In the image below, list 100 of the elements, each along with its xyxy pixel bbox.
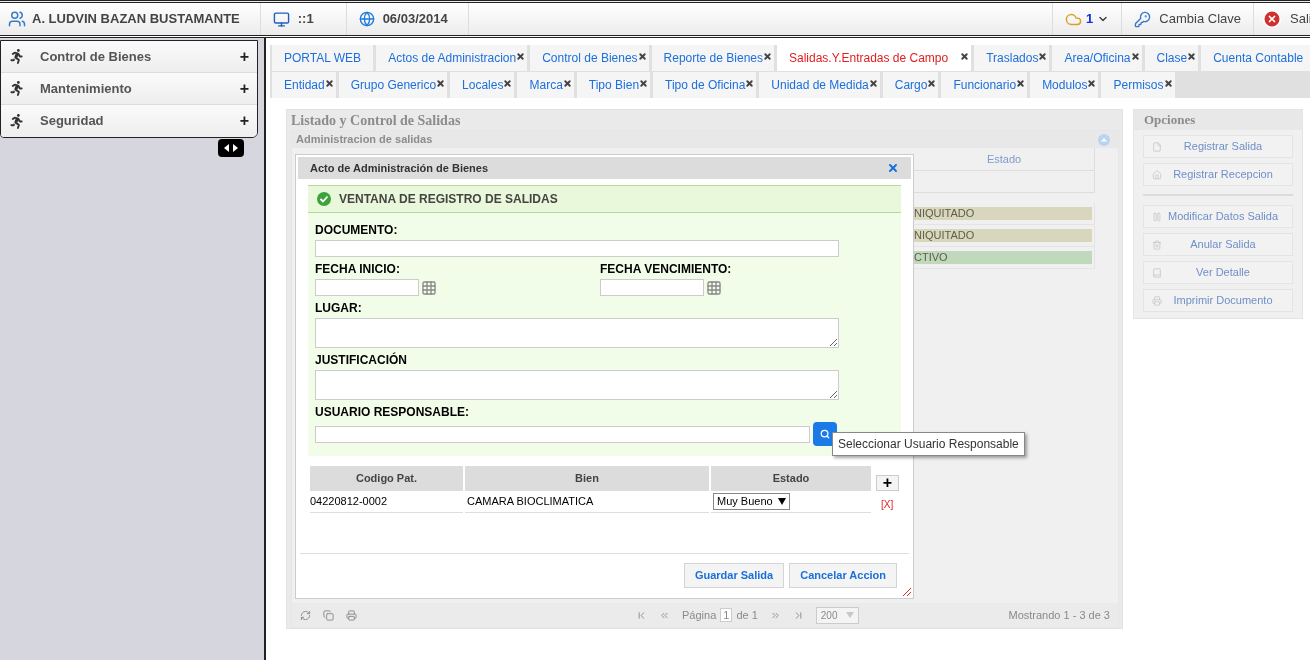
page-label: Página (682, 607, 717, 623)
runner-icon (9, 49, 24, 64)
calendar-icon[interactable] (421, 279, 437, 296)
option-button[interactable]: Ver Detalle (1143, 261, 1293, 284)
close-tab-icon[interactable] (1087, 79, 1097, 88)
pause-icon (1152, 211, 1162, 222)
globe-icon (358, 11, 375, 27)
search-button[interactable] (813, 422, 837, 446)
close-tab-icon[interactable] (868, 79, 878, 88)
menu-label: Control de Bienes (40, 47, 153, 66)
close-tab-icon[interactable] (1130, 52, 1140, 61)
key-icon (1134, 10, 1152, 28)
close-tab-icon[interactable] (516, 52, 526, 61)
expand-toggle[interactable]: + (239, 44, 249, 69)
close-tab-icon[interactable] (637, 52, 647, 61)
close-tab-icon[interactable] (960, 52, 970, 61)
calendar-icon[interactable] (706, 279, 722, 296)
close-tab-icon[interactable] (639, 79, 649, 88)
grid-caption: Administracion de salidas (296, 132, 434, 148)
close-tab-icon[interactable] (1038, 52, 1048, 61)
option-button[interactable]: Anular Salida (1143, 233, 1293, 256)
tab[interactable]: Tipo Bien (576, 72, 651, 98)
text-field[interactable] (315, 240, 839, 257)
tab[interactable]: Cuenta Contable (1201, 45, 1310, 71)
column-header: Estado (711, 466, 871, 491)
tab[interactable]: Reporte de Bienes (651, 45, 774, 71)
tooltip: Seleccionar Usuario Responsable (832, 432, 1025, 456)
field-label: JUSTIFICACIÓN (315, 351, 408, 369)
menu-item[interactable]: Control de Bienes + (1, 41, 257, 73)
tab[interactable]: Locales (450, 72, 515, 98)
option-button[interactable]: Imprimir Documento (1143, 289, 1293, 312)
close-tab-icon[interactable] (503, 79, 513, 88)
runner-icon (9, 113, 24, 129)
notifications-button[interactable]: 1 (1052, 3, 1122, 35)
tab[interactable]: Tipo de Oficina (653, 72, 757, 98)
tab[interactable]: Area/Oficina (1052, 45, 1142, 71)
date-text: 06/03/2014 (382, 10, 448, 29)
status-pill: NIQUITADO (914, 207, 1092, 220)
tab[interactable]: Salidas.Y.Entradas de Campo (777, 45, 972, 71)
tab[interactable]: PORTAL WEB (272, 45, 374, 71)
close-tab-icon[interactable] (1016, 79, 1026, 88)
option-button[interactable]: Registrar Recepcion (1143, 163, 1293, 186)
trash-icon (1152, 239, 1162, 250)
close-tab-icon[interactable] (763, 52, 772, 61)
record-summary: Mostrando 1 - 3 de 3 (1008, 607, 1110, 623)
option-button[interactable]: Registrar Salida (1143, 135, 1293, 158)
close-tab-icon[interactable] (745, 79, 755, 88)
expand-toggle[interactable]: + (239, 109, 249, 133)
printer-icon (1152, 295, 1162, 306)
resize-grip-icon[interactable] (902, 587, 911, 596)
condition-select[interactable]: Muy Bueno (713, 493, 790, 510)
menu-label: Mantenimiento (40, 79, 133, 98)
tab[interactable]: Grupo Generico (338, 72, 448, 98)
tab[interactable]: Cargo (882, 72, 939, 98)
options-title: Opciones (1134, 110, 1302, 130)
tab[interactable]: Modulos (1030, 72, 1099, 98)
close-tab-icon[interactable] (562, 79, 572, 88)
option-button[interactable]: Modificar Datos Salida (1143, 205, 1293, 228)
page-input[interactable]: 1 (720, 608, 733, 622)
tab[interactable]: Control de Bienes (530, 45, 649, 71)
tab[interactable]: Actos de Administracion (376, 45, 528, 71)
dialog-button[interactable]: Cancelar Accion (789, 562, 897, 588)
page-size-select[interactable]: 200 (815, 606, 859, 624)
change-password-button[interactable]: Cambia Clave (1121, 3, 1253, 35)
close-icon[interactable] (887, 162, 899, 174)
tab[interactable]: Clase (1144, 45, 1199, 71)
menu-item[interactable]: Mantenimiento + (1, 73, 257, 105)
tab[interactable]: Permisos (1101, 72, 1175, 98)
dialog-button[interactable]: Guardar Salida (683, 562, 785, 588)
field-label: FECHA VENCIMIENTO: (600, 261, 733, 278)
tab[interactable]: Entidad (272, 72, 336, 98)
expand-toggle[interactable]: + (239, 76, 249, 101)
date-field[interactable] (600, 279, 704, 296)
tab[interactable]: Unidad de Medida (759, 72, 880, 98)
file-icon (1152, 141, 1162, 152)
exit-button[interactable]: Sali (1253, 3, 1310, 35)
field-label: LUGAR: (315, 300, 363, 317)
terminal-address: ::1 (297, 10, 314, 29)
form-heading: VENTANA DE REGISTRO DE SALIDAS (339, 191, 558, 208)
remove-link[interactable]: [X] (881, 496, 894, 512)
menu-item[interactable]: Seguridad + (1, 105, 257, 137)
dropdown-arrow-icon (777, 498, 786, 505)
runner-icon (9, 81, 24, 96)
tab[interactable]: Funcionario (941, 72, 1028, 98)
user-name: A. LUDVIN BAZAN BUSTAMANTE (32, 10, 240, 29)
sidebar-toggle-button[interactable] (218, 139, 244, 157)
dialog-title: Acto de Administración de Bienes (310, 160, 490, 176)
column-header: Codigo Pat. (310, 466, 463, 491)
date-field[interactable] (315, 279, 419, 296)
tab[interactable]: Traslados (974, 45, 1050, 71)
user-field[interactable] (315, 425, 810, 443)
tab[interactable]: Marca (517, 72, 574, 98)
close-tab-icon[interactable] (324, 79, 334, 88)
close-tab-icon[interactable] (1187, 52, 1197, 61)
close-tab-icon[interactable] (1163, 79, 1173, 88)
check-circle-icon (317, 192, 331, 206)
add-row-button[interactable]: + (876, 475, 899, 491)
close-tab-icon[interactable] (436, 79, 446, 88)
close-tab-icon[interactable] (927, 79, 937, 88)
column-header: Estado (914, 148, 1095, 171)
